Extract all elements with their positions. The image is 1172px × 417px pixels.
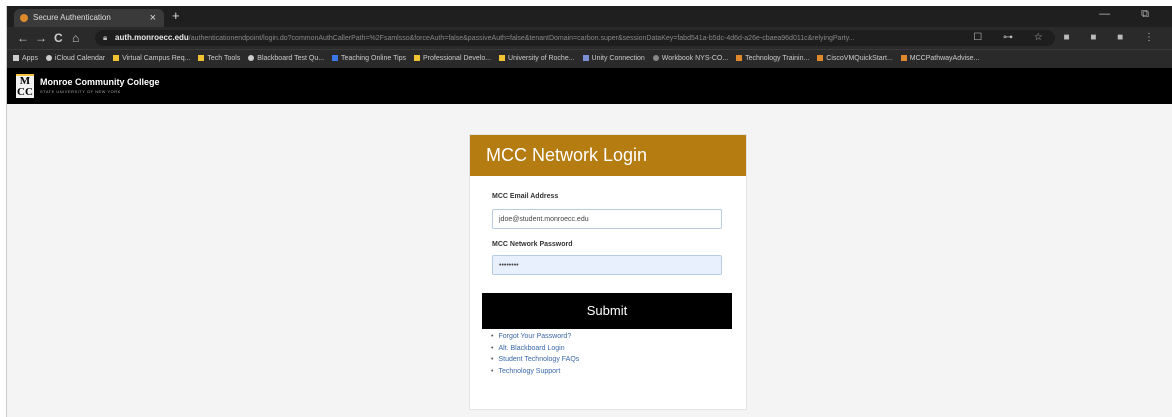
link-student-technology-faqs[interactable]: Student Technology FAQs — [491, 354, 579, 366]
back-icon[interactable]: ← — [17, 30, 29, 46]
bookmark-item[interactable]: iCloud Calendar — [45, 50, 105, 68]
bookmark-item[interactable]: MCCPathwayAdvise... — [900, 50, 979, 68]
submit-button[interactable]: Submit — [482, 293, 732, 329]
bookmark-item[interactable]: Teaching Online Tips — [332, 50, 406, 68]
bookmark-item[interactable]: Unity Connection — [582, 50, 645, 68]
bookmark-item[interactable]: Blackboard Test Qu... — [248, 50, 324, 68]
favicon-icon — [20, 14, 28, 22]
url-path: /authenticationendpoint/login.do?commonA… — [188, 35, 855, 42]
window-controls[interactable]: — ⧉ — [1099, 8, 1163, 21]
link-forgot-password[interactable]: Forgot Your Password? — [491, 331, 579, 343]
url-text: auth.monroecc.edu/authenticationendpoint… — [115, 30, 855, 46]
folder-icon — [413, 55, 420, 61]
bookmark-item[interactable]: University of Roche... — [499, 50, 575, 68]
bookmark-item[interactable]: Tech Tools — [198, 50, 240, 68]
email-label: MCC Email Address — [492, 193, 559, 200]
tab-secure-authentication[interactable]: Secure Authentication × — [14, 9, 164, 27]
folder-icon — [332, 55, 339, 61]
forward-icon[interactable]: → — [35, 30, 47, 46]
bookmark-apps[interactable]: Apps — [13, 50, 38, 68]
folder-icon — [499, 55, 506, 61]
site-header: M CC Monroe Community College STATE UNIV… — [7, 68, 1172, 104]
home-icon[interactable]: ⌂ — [72, 30, 79, 46]
workbook-icon — [652, 55, 659, 61]
address-bar[interactable]: 🔒︎ auth.monroecc.edu/authenticationendpo… — [95, 30, 1055, 46]
site-title[interactable]: Monroe Community College — [40, 77, 160, 87]
browser-toolbar: ← → C ⌂ 🔒︎ auth.monroecc.edu/authenticat… — [7, 27, 1172, 49]
email-field[interactable]: jdoe@student.monroecc.edu — [492, 209, 722, 229]
toolbar-extension-icons[interactable]: ☐ ⊶ ☆ ■ ■ ■ ⋮ — [973, 30, 1163, 46]
lock-icon: 🔒︎ — [103, 33, 108, 42]
bookmarks-bar: Apps iCloud Calendar Virtual Campus Req.… — [7, 49, 1172, 68]
folder-icon — [198, 55, 205, 61]
password-field[interactable]: •••••••• — [492, 255, 722, 275]
bookmark-item[interactable]: Technology Trainin... — [736, 50, 809, 68]
bookmark-item[interactable]: CiscoVMQuickStart... — [817, 50, 893, 68]
site-subtitle: STATE UNIVERSITY OF NEW YORK — [40, 89, 121, 94]
college-logo[interactable]: M CC — [16, 76, 34, 98]
login-heading: MCC Network Login — [470, 135, 746, 176]
bookmark-item[interactable]: Professional Develo... — [413, 50, 491, 68]
tab-title: Secure Authentication — [33, 13, 111, 22]
bookmark-item[interactable]: Workbook NYS-CO... — [652, 50, 728, 68]
url-domain: auth.monroecc.edu — [115, 33, 189, 42]
link-alt-blackboard-login[interactable]: Alt. Blackboard Login — [491, 343, 579, 355]
apps-icon — [13, 55, 19, 61]
tab-bar: Secure Authentication × + — ⧉ — [7, 6, 1172, 27]
folder-icon — [113, 55, 120, 61]
new-tab-button[interactable]: + — [172, 8, 180, 24]
browser-window: Secure Authentication × + — ⧉ ← → C ⌂ 🔒︎… — [6, 6, 1172, 417]
page-icon — [736, 55, 743, 61]
globe-icon — [248, 55, 255, 61]
password-label: MCC Network Password — [492, 241, 573, 248]
link-technology-support[interactable]: Technology Support — [491, 366, 579, 378]
tab-close-icon[interactable]: × — [150, 9, 156, 27]
cloud-icon — [45, 55, 52, 61]
page-icon — [900, 55, 907, 61]
bookmark-item[interactable]: Virtual Campus Req... — [113, 50, 190, 68]
grid-icon — [582, 55, 589, 61]
reload-icon[interactable]: C — [54, 30, 63, 46]
help-links: Forgot Your Password? Alt. Blackboard Lo… — [491, 331, 579, 377]
page-icon — [817, 55, 824, 61]
